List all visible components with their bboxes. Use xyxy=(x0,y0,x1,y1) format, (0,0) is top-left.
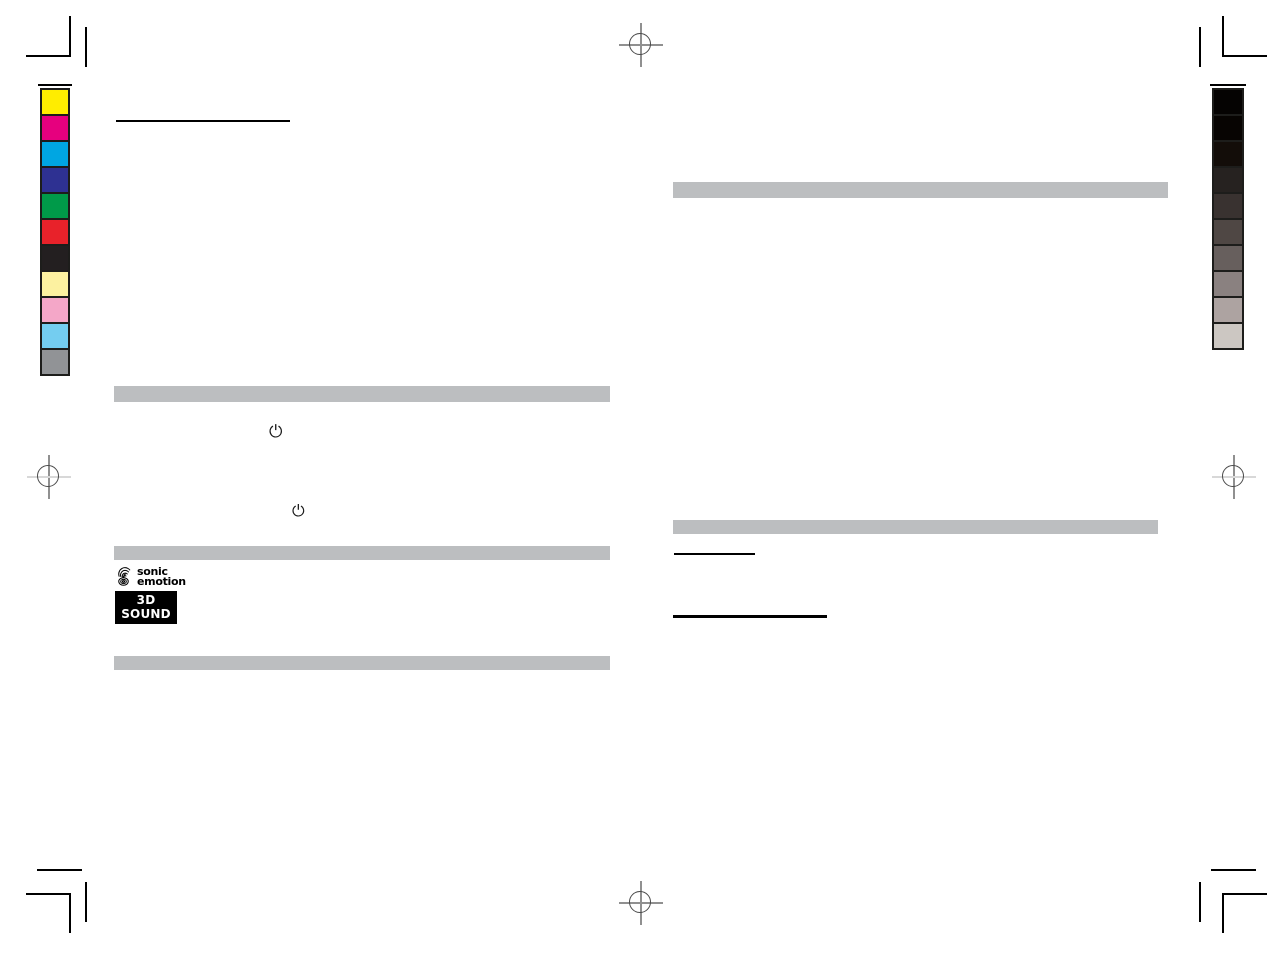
section-bar-standby xyxy=(114,386,610,402)
registration-circle xyxy=(629,33,651,55)
color-swatch-violet xyxy=(42,168,68,192)
color-swatch-step-20 xyxy=(1214,298,1242,322)
color-swatch-step-30 xyxy=(1214,272,1242,296)
crop-mark-bottom-left-vertical xyxy=(69,893,71,933)
registration-target-top-center xyxy=(619,23,663,67)
crop-mark-bottom-right-horizontal xyxy=(1222,893,1267,895)
grayscale-control-strip xyxy=(1212,88,1244,350)
color-swatch-light-yellow xyxy=(42,272,68,296)
logo-wordmark-text: sonic emotion xyxy=(137,566,186,588)
color-swatch-step-70 xyxy=(1214,168,1242,192)
logo-wordmark-row: sonic emotion xyxy=(115,565,186,589)
subheading-underline-thick xyxy=(673,615,827,618)
section-bar-specifications xyxy=(114,656,610,670)
crop-mark-top-right-bleed xyxy=(1199,27,1201,67)
color-swatch-light-black xyxy=(42,350,68,374)
color-swatch-green xyxy=(42,194,68,218)
color-swatch-magenta xyxy=(42,116,68,140)
crop-mark-bottom-left-horizontal xyxy=(37,869,82,871)
crop-mark-top-right-horizontal xyxy=(1222,55,1267,57)
color-swatch-yellow xyxy=(42,90,68,114)
color-swatch-red xyxy=(42,220,68,244)
registration-circle xyxy=(37,465,59,487)
crop-mark-top-left-vertical xyxy=(69,16,71,56)
color-control-strip xyxy=(40,88,70,376)
crop-mark-top-left-bleed xyxy=(85,27,87,67)
standby-power-symbol: ⏻ xyxy=(269,422,283,442)
subheading-underline-thin xyxy=(674,553,755,555)
color-swatch-step-50 xyxy=(1214,220,1242,244)
section-bar-lower xyxy=(673,520,1158,534)
registration-circle xyxy=(629,891,651,913)
crop-mark-bottom-right-vertical xyxy=(1222,893,1224,933)
sonic-emotion-swirl-icon xyxy=(118,566,131,586)
section-bar-sonic-emotion xyxy=(114,546,610,560)
color-swatch-step-100 xyxy=(1214,90,1242,114)
sonic-emotion-logo: sonic emotion 3D SOUND xyxy=(115,565,186,624)
standby-power-symbol-secondary: ⏻ xyxy=(292,501,305,520)
crop-mark-bottom-left-bleed xyxy=(85,882,87,922)
proof-sheet-page: ⏻ ⏻ sonic emotion 3D SOUND xyxy=(0,0,1284,954)
color-swatch-step-40 xyxy=(1214,246,1242,270)
crop-mark-bottom-right-trim xyxy=(1211,869,1256,871)
section-heading-underline xyxy=(116,120,290,122)
color-swatch-black xyxy=(42,246,68,270)
color-swatch-cyan xyxy=(42,142,68,166)
logo-tagline-3d-sound: 3D SOUND xyxy=(115,591,177,624)
registration-target-left-middle xyxy=(27,455,71,499)
crop-mark-top-left-horizontal xyxy=(26,55,71,57)
gray-strip-cap xyxy=(1210,84,1246,86)
color-swatch-step-10 xyxy=(1214,324,1242,348)
registration-circle xyxy=(1222,465,1244,487)
color-swatch-light-magenta xyxy=(42,298,68,322)
crop-mark-bottom-right-bleed xyxy=(1199,882,1201,922)
registration-target-bottom-center xyxy=(619,881,663,925)
section-bar-upper xyxy=(673,182,1168,198)
crop-mark-bottom-left-trim xyxy=(26,893,71,895)
crop-mark-top-right-vertical xyxy=(1222,16,1224,56)
registration-target-right-middle xyxy=(1212,455,1256,499)
color-swatch-step-80 xyxy=(1214,142,1242,166)
color-swatch-light-cyan xyxy=(42,324,68,348)
color-swatch-step-60 xyxy=(1214,194,1242,218)
color-strip-cap xyxy=(38,84,72,86)
logo-line-2: emotion xyxy=(137,575,186,588)
color-swatch-step-90 xyxy=(1214,116,1242,140)
